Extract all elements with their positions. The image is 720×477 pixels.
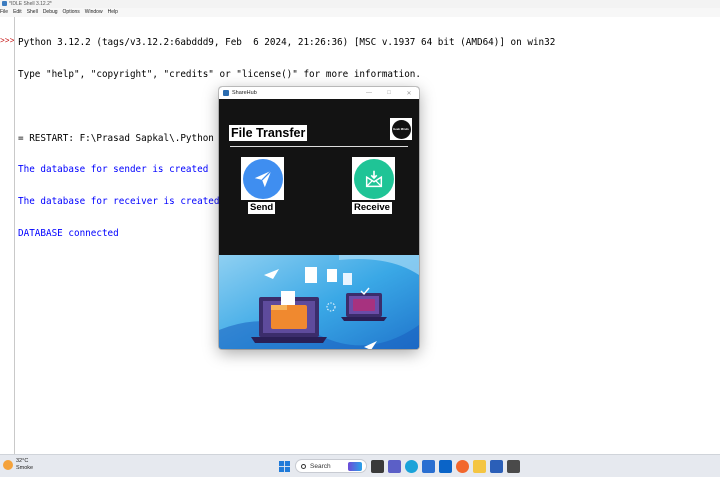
taskbar-search[interactable]: Search xyxy=(295,459,367,473)
app-icon xyxy=(223,90,229,96)
chat-icon[interactable] xyxy=(388,459,401,473)
taskbar-pinned: Search xyxy=(278,459,520,473)
firefox-icon[interactable] xyxy=(456,459,469,473)
search-placeholder: Search xyxy=(310,462,331,470)
header-divider xyxy=(230,146,408,147)
file-transfer-heading: File Transfer xyxy=(229,125,308,141)
word-icon[interactable] xyxy=(490,459,503,473)
shell-prompt: >>> xyxy=(0,37,15,46)
windows-start-icon[interactable] xyxy=(278,460,291,473)
menu-file[interactable]: File xyxy=(0,8,8,17)
logo-badge: Geek Minds xyxy=(391,119,411,139)
copilot-icon xyxy=(348,462,362,471)
minimize-button[interactable]: — xyxy=(359,87,379,99)
task-view-icon[interactable] xyxy=(371,459,384,473)
menu-window[interactable]: Window xyxy=(85,8,103,17)
send-label[interactable]: Send xyxy=(248,202,276,214)
sharehub-titlebar[interactable]: ShareHub — □ ✕ xyxy=(219,87,419,99)
sharehub-body: File Transfer Geek Minds Send Receive xyxy=(219,99,419,349)
receive-label[interactable]: Receive xyxy=(352,202,392,214)
sharehub-title: ShareHub xyxy=(232,90,257,96)
taskbar: 32°C Smoke Search xyxy=(0,454,720,477)
menu-shell[interactable]: Shell xyxy=(27,8,38,17)
close-button[interactable]: ✕ xyxy=(399,87,419,99)
receive-icon xyxy=(353,158,394,199)
weather-condition: Smoke xyxy=(16,465,34,471)
idle-menubar: File Edit Shell Debug Options Window Hel… xyxy=(0,8,720,17)
weather-widget[interactable]: 32°C Smoke xyxy=(3,458,33,472)
receive-button[interactable] xyxy=(352,157,395,200)
menu-options[interactable]: Options xyxy=(63,8,80,17)
menu-debug[interactable]: Debug xyxy=(43,8,58,17)
menu-edit[interactable]: Edit xyxy=(13,8,22,17)
geek-minds-logo: Geek Minds xyxy=(390,118,412,140)
send-icon xyxy=(242,158,283,199)
notepad-icon[interactable] xyxy=(507,459,520,473)
shell-gutter xyxy=(0,17,15,454)
weather-temperature: 32°C xyxy=(16,458,29,464)
sharehub-window: ShareHub — □ ✕ File Transfer Geek Minds … xyxy=(219,87,419,349)
shell-line-help: Type "help", "copyright", "credits" or "… xyxy=(18,68,421,80)
send-button[interactable] xyxy=(241,157,284,200)
search-icon xyxy=(301,463,306,469)
menu-help[interactable]: Help xyxy=(108,8,118,17)
file-transfer-illustration xyxy=(219,255,419,349)
shell-line-version: Python 3.12.2 (tags/v3.12.2:6abddd9, Feb… xyxy=(18,37,556,49)
weather-icon xyxy=(3,460,13,470)
idle-window-titlebar: *IDLE Shell 3.12.2* xyxy=(0,0,720,8)
store-icon[interactable] xyxy=(422,459,435,473)
mail-icon[interactable] xyxy=(439,459,452,473)
python-icon xyxy=(2,1,7,7)
edge-icon[interactable] xyxy=(405,459,418,473)
file-explorer-icon[interactable] xyxy=(473,459,486,473)
window-controls: — □ ✕ xyxy=(359,87,419,99)
maximize-button[interactable]: □ xyxy=(379,87,399,99)
idle-window-title: *IDLE Shell 3.12.2* xyxy=(9,1,52,7)
